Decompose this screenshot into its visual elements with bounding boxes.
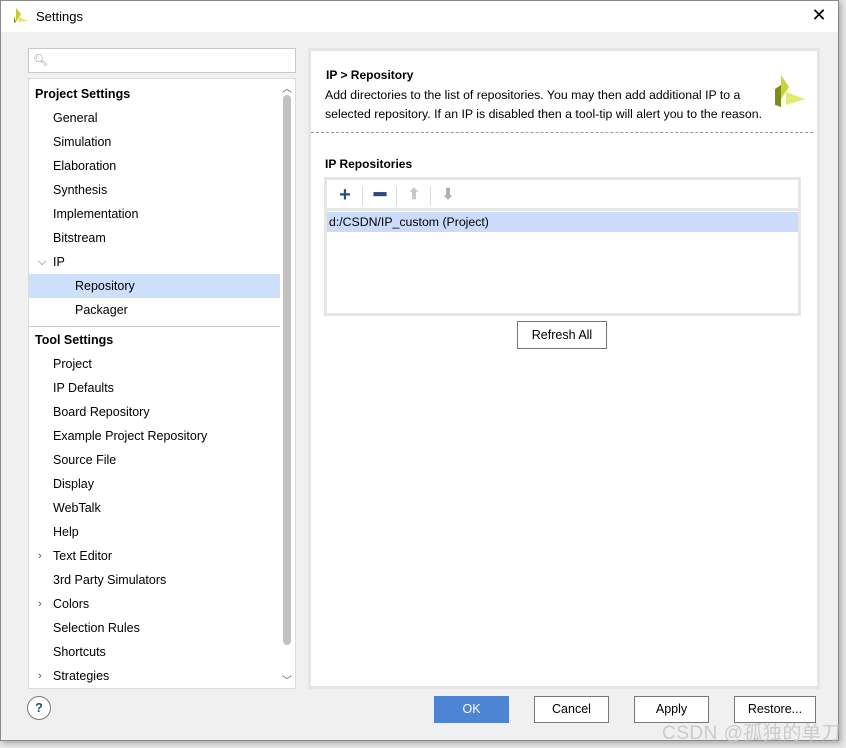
tree-item-label: WebTalk — [53, 501, 101, 515]
tree-item-label: Text Editor — [53, 549, 113, 563]
tree-scrollbar[interactable]: ︿ ﹀ — [279, 79, 295, 688]
tree-item-label: Bitstream — [53, 231, 106, 245]
tree-item-packager[interactable]: Packager — [29, 298, 280, 322]
tree-item-webtalk[interactable]: WebTalk — [29, 496, 280, 520]
tree-item-label: Simulation — [53, 135, 112, 149]
tree-item-colors[interactable]: Colors › — [29, 592, 280, 616]
move-down-icon[interactable]: ⬇ — [436, 184, 460, 206]
tree-item-label: Display — [53, 477, 94, 491]
tree-item-label: General — [53, 111, 98, 125]
settings-tree: ︿ ﹀ Project Settings General Simulation Ela… — [28, 78, 296, 689]
vivado-logo-icon — [775, 75, 805, 107]
tree-item-label: Synthesis — [53, 183, 108, 197]
tree-item-label: Project — [53, 357, 92, 371]
chevron-down-icon[interactable]: ⌵ — [38, 250, 46, 274]
tree-item-selection-rules[interactable]: Selection Rules — [29, 616, 280, 640]
toolbar-separator — [430, 186, 431, 206]
tree-item-label: Selection Rules — [53, 621, 140, 635]
help-button[interactable]: ? — [27, 696, 51, 720]
tree-item-label: Repository — [75, 279, 135, 293]
scroll-up-icon[interactable]: ︿ — [282, 80, 292, 95]
tree-item-source-file[interactable]: Source File — [29, 448, 280, 472]
tree-item-label: Help — [53, 525, 79, 539]
ok-button[interactable]: OK — [434, 696, 509, 723]
watermark: CSDN @孤独的单刀 — [662, 723, 841, 744]
title-bar: Settings ✕ — [1, 1, 838, 32]
tree-item-bitstream[interactable]: Bitstream — [29, 226, 280, 250]
tree-item-label: Project Settings — [35, 87, 131, 101]
panel-description: Add directories to the list of repositor… — [325, 88, 763, 121]
tree-item-simulation[interactable]: Simulation — [29, 130, 280, 154]
scroll-down-icon[interactable]: ﹀ — [282, 672, 292, 687]
tree-item-label: Source File — [53, 453, 117, 467]
tree-item-label: Example Project Repository — [53, 429, 208, 443]
refresh-all-button[interactable]: Refresh All — [517, 321, 607, 349]
tree-section-header: Project Settings — [29, 82, 280, 106]
tree-item-synthesis[interactable]: Synthesis — [29, 178, 280, 202]
chevron-right-icon[interactable]: › — [38, 544, 42, 568]
tree-item-ip-defaults[interactable]: IP Defaults — [29, 376, 280, 400]
tree-item-text-editor[interactable]: Text Editor › — [29, 544, 280, 568]
chevron-right-icon[interactable]: › — [38, 592, 42, 616]
divider — [311, 132, 813, 133]
search-icon: 🔍︎ — [33, 53, 49, 67]
tree-item-label: Tool Settings — [35, 333, 114, 347]
tree-item-label: Elaboration — [53, 159, 117, 173]
add-repository-button[interactable]: + — [333, 184, 357, 206]
toolbar-separator — [362, 186, 363, 206]
tree-item-general[interactable]: General — [29, 106, 280, 130]
scroll-thumb[interactable] — [283, 95, 291, 645]
tree-item-elaboration[interactable]: Elaboration — [29, 154, 280, 178]
tree-item-display[interactable]: Display — [29, 472, 280, 496]
close-icon[interactable]: ✕ — [808, 5, 830, 26]
tree-item-label: Packager — [75, 303, 128, 317]
tree-item-3rd-party-simulators[interactable]: 3rd Party Simulators — [29, 568, 280, 592]
ip-repositories-label: IP Repositories — [325, 157, 413, 171]
tree-item-label: IP Defaults — [53, 381, 114, 395]
tree-item-strategies[interactable]: Strategies › — [29, 664, 280, 688]
ip-repositories-list: + ━ ⬆ ⬇ d:/CSDN/IP_custom (Project) — [324, 177, 801, 316]
tree-item-ip[interactable]: IP ⌵ — [29, 250, 280, 274]
repository-row[interactable]: d:/CSDN/IP_custom (Project) — [327, 212, 798, 232]
tree-item-board-repository[interactable]: Board Repository — [29, 400, 280, 424]
tree-item-label: Board Repository — [53, 405, 150, 419]
tree-item-shortcuts[interactable]: Shortcuts — [29, 640, 280, 664]
panel-title: IP > Repository — [326, 68, 414, 82]
chevron-right-icon[interactable]: › — [38, 664, 42, 688]
tree-item-help[interactable]: Help — [29, 520, 280, 544]
move-up-icon[interactable]: ⬆ — [402, 184, 426, 206]
section-divider — [29, 326, 280, 327]
tree-item-repository[interactable]: Repository — [29, 274, 280, 298]
toolbar-separator — [396, 186, 397, 206]
remove-repository-button[interactable]: ━ — [368, 184, 392, 206]
tree-item-label: Shortcuts — [53, 645, 106, 659]
ip-repository-panel: IP > Repository Add directories to the l… — [308, 48, 820, 689]
settings-dialog: Settings ✕ 🔍︎ ︿ ﹀ Project Settings Genera… — [0, 0, 839, 741]
vivado-logo-icon — [14, 8, 28, 23]
window-title: Settings — [36, 9, 83, 24]
repo-toolbar: + ━ ⬆ ⬇ — [327, 180, 798, 211]
tree-item-label: Implementation — [53, 207, 139, 221]
cancel-button[interactable]: Cancel — [534, 696, 609, 723]
tree-item-label: Strategies — [53, 669, 110, 683]
search-input[interactable]: 🔍︎ — [28, 48, 296, 73]
tree-item-project[interactable]: Project — [29, 352, 280, 376]
tree-item-label: IP — [53, 255, 65, 269]
tree-item-label: Colors — [53, 597, 90, 611]
tree-item-example-project-repository[interactable]: Example Project Repository — [29, 424, 280, 448]
tree-item-implementation[interactable]: Implementation — [29, 202, 280, 226]
tree-section-header: Tool Settings — [29, 328, 280, 352]
tree-item-label: 3rd Party Simulators — [53, 573, 167, 587]
